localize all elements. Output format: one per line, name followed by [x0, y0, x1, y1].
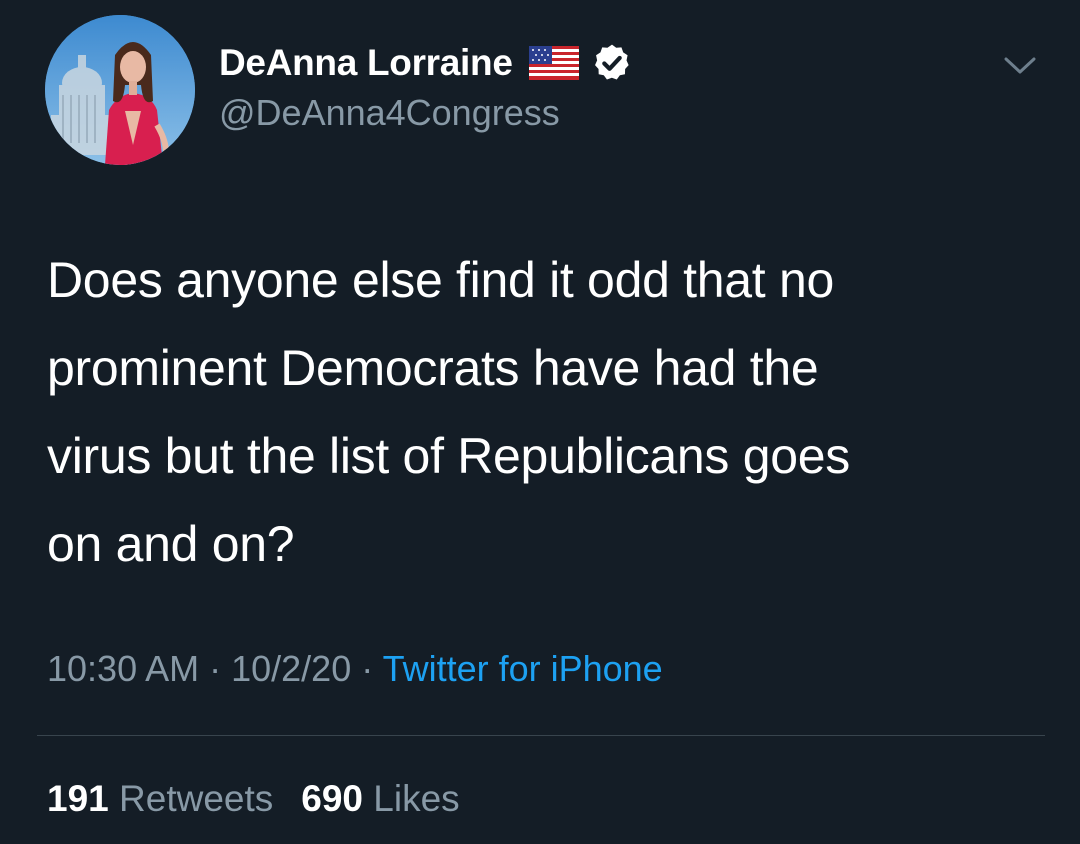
retweets-stat[interactable]: 191 Retweets [47, 778, 273, 819]
likes-stat[interactable]: 690 Likes [301, 778, 459, 819]
likes-count: 690 [301, 778, 363, 819]
avatar[interactable] [45, 15, 195, 165]
author-handle[interactable]: @DeAnna4Congress [219, 92, 560, 134]
tweet-metadata: 10:30 AM · 10/2/20 · Twitter for iPhone [47, 648, 663, 690]
tweet-card: DeAnna Lorraine @DeAnna4Congress Does an… [0, 0, 1080, 844]
meta-separator: · [199, 648, 232, 689]
tweet-date[interactable]: 10/2/20 [231, 648, 351, 689]
tweet-source-link[interactable]: Twitter for iPhone [383, 648, 663, 689]
profile-photo-icon [45, 15, 195, 165]
meta-separator: · [351, 648, 383, 689]
retweets-label: Retweets [119, 778, 274, 819]
tweet-text: Does anyone else find it odd that no pro… [47, 236, 1047, 588]
divider [37, 735, 1045, 736]
tweet-text-line: prominent Democrats have had the [47, 340, 819, 396]
tweet-stats: 191 Retweets 690 Likes [47, 778, 460, 820]
tweet-text-line: Does anyone else find it odd that no [47, 252, 834, 308]
chevron-down-icon[interactable] [1000, 50, 1040, 80]
display-name[interactable]: DeAnna Lorraine [219, 42, 513, 84]
author-name-row: DeAnna Lorraine [219, 40, 633, 86]
verified-icon [591, 42, 633, 84]
retweets-count: 191 [47, 778, 109, 819]
tweet-text-line: on and on? [47, 516, 295, 572]
tweet-text-line: virus but the list of Republicans goes [47, 428, 850, 484]
tweet-time[interactable]: 10:30 AM [47, 648, 199, 689]
likes-label: Likes [373, 778, 460, 819]
us-flag-icon [528, 46, 579, 80]
